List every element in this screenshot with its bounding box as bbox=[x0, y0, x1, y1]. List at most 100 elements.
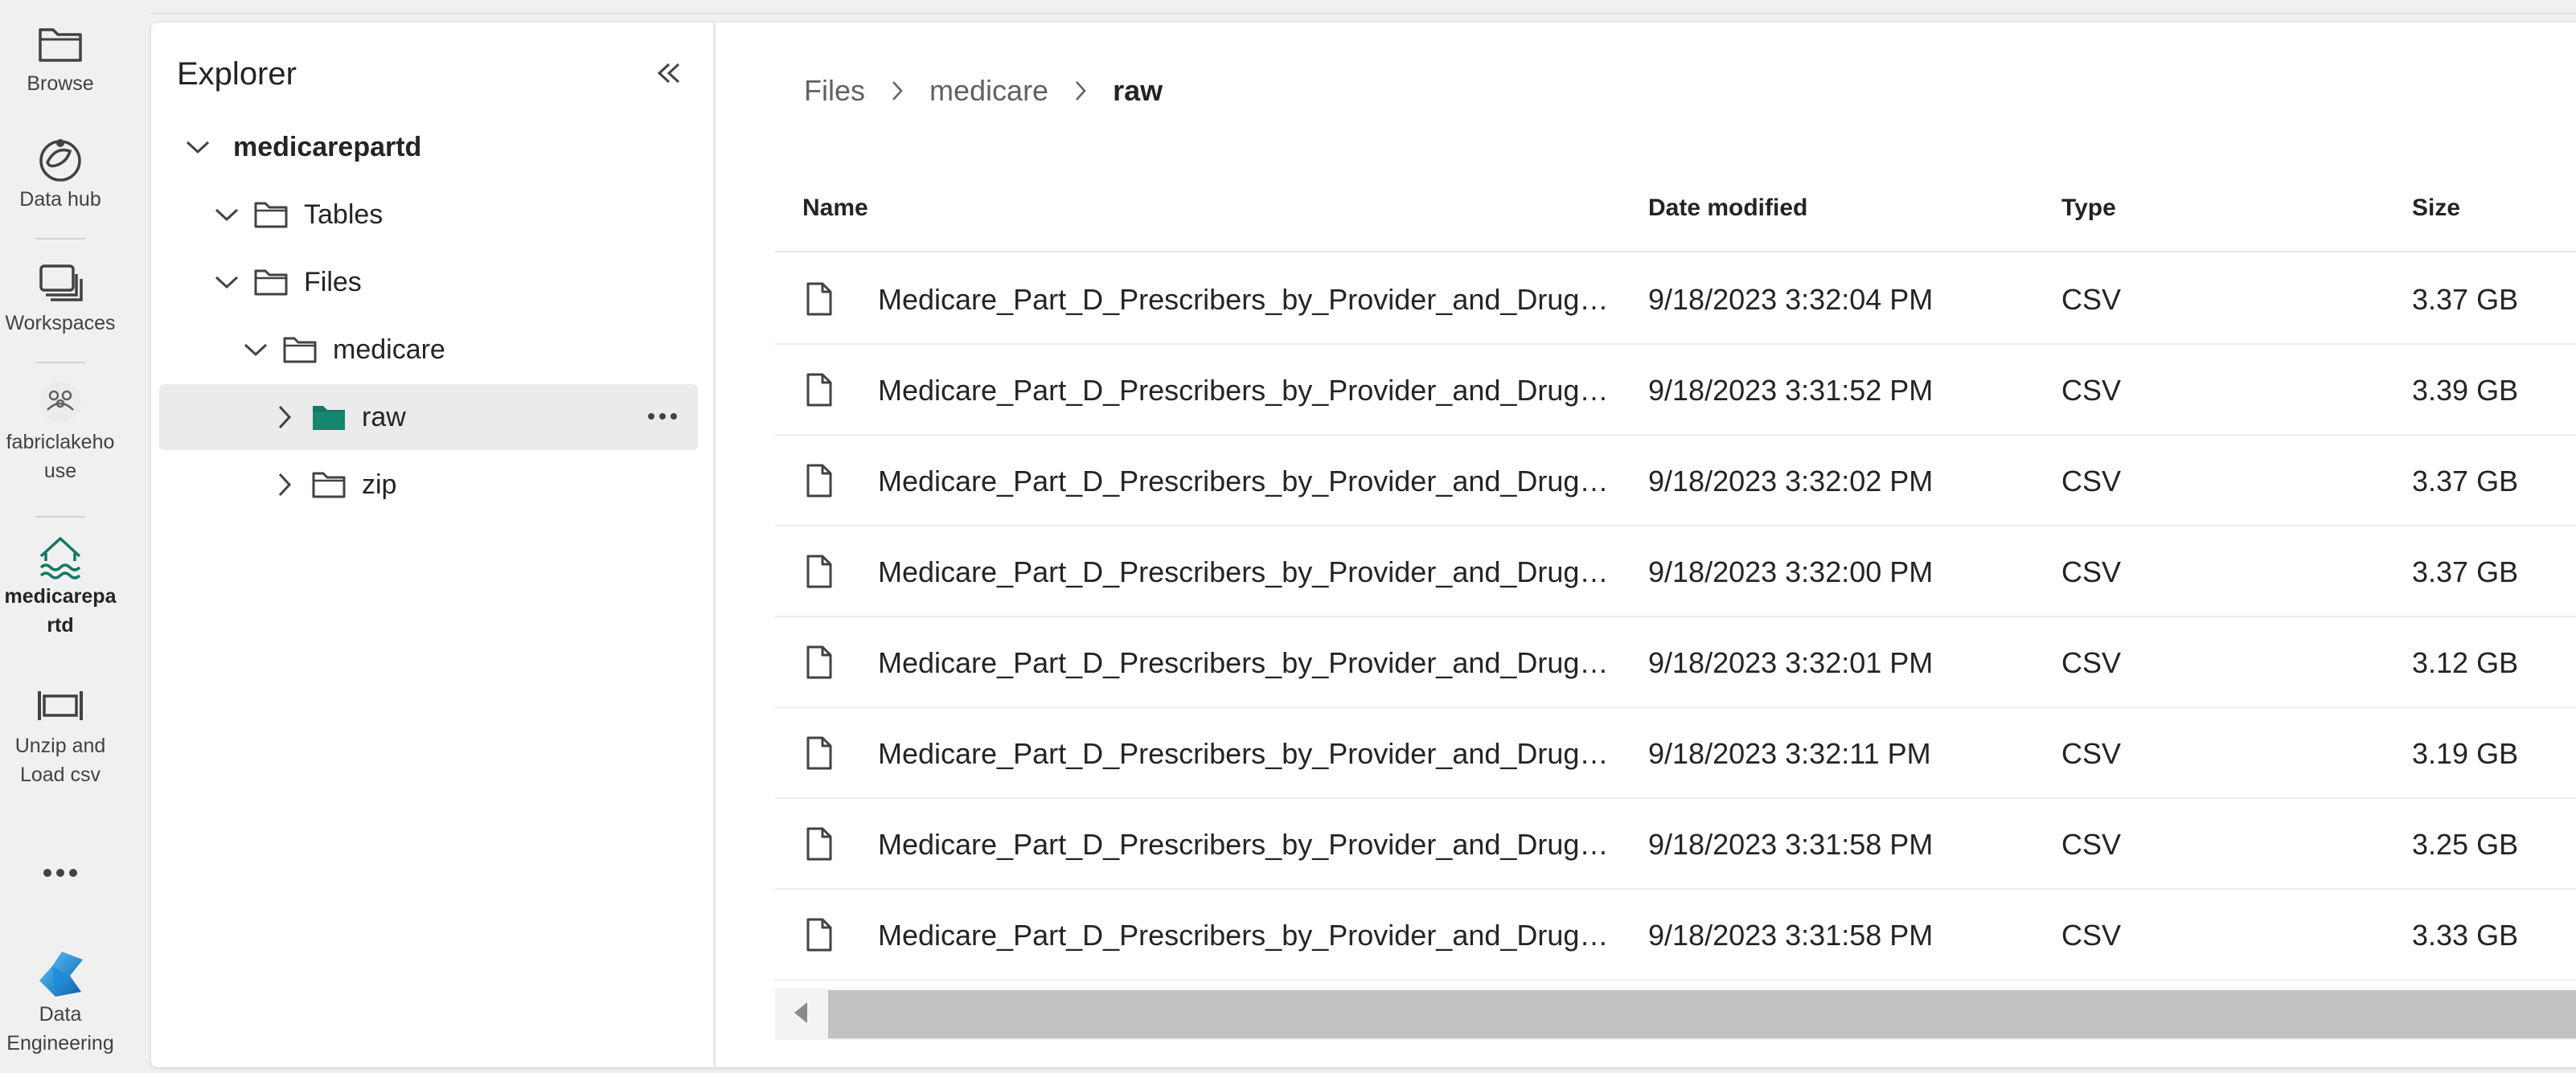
rail-item-workspaces[interactable]: Workspaces bbox=[0, 257, 121, 338]
chevron-down-icon[interactable] bbox=[182, 131, 214, 163]
rail-label: Data hub bbox=[19, 188, 101, 211]
tree-item-raw[interactable]: raw bbox=[159, 384, 698, 450]
tree-item-label: Tables bbox=[304, 199, 384, 230]
rail-item-fabriclakehouse[interactable]: fabriclakeho use bbox=[0, 376, 121, 485]
file-name[interactable]: Medicare_Part_D_Prescribers_by_Provider_… bbox=[878, 646, 1618, 680]
rail-label: Data Engineering bbox=[6, 1003, 114, 1055]
breadcrumb-medicare[interactable]: medicare bbox=[929, 74, 1048, 108]
file-date-modified: 9/18/2023 3:32:02 PM bbox=[1648, 465, 1934, 498]
rail-label: medicarepa rtd bbox=[4, 585, 117, 637]
rail-divider bbox=[35, 362, 85, 363]
chevron-down-icon[interactable] bbox=[240, 334, 272, 366]
file-name[interactable]: Medicare_Part_D_Prescribers_by_Provider_… bbox=[878, 555, 1618, 589]
file-size: 3.19 GB bbox=[2412, 737, 2519, 770]
file-name[interactable]: Medicare_Part_D_Prescribers_by_Provider_… bbox=[878, 283, 1618, 317]
rail-divider bbox=[35, 516, 85, 518]
app-rail: Browse Data hub Workspaces fabriclakeho … bbox=[0, 0, 121, 1073]
chevron-right-icon bbox=[1064, 80, 1097, 102]
rail-label: Browse bbox=[27, 72, 94, 95]
file-icon bbox=[806, 735, 841, 774]
folder-filled-icon bbox=[310, 399, 347, 436]
folder-icon bbox=[35, 18, 86, 69]
file-date-modified: 9/18/2023 3:31:58 PM bbox=[1648, 828, 1934, 861]
file-size: 3.37 GB bbox=[2412, 465, 2519, 498]
table-row[interactable]: Medicare_Part_D_Prescribers_by_Provider_… bbox=[775, 799, 2576, 890]
table-row[interactable]: Medicare_Part_D_Prescribers_by_Provider_… bbox=[775, 345, 2576, 436]
rail-label: fabriclakeho use bbox=[6, 431, 115, 482]
data-engineering-logo bbox=[35, 948, 86, 1000]
folder-icon bbox=[281, 331, 318, 368]
file-name[interactable]: Medicare_Part_D_Prescribers_by_Provider_… bbox=[878, 465, 1618, 498]
file-type: CSV bbox=[2061, 646, 2122, 679]
file-size: 3.33 GB bbox=[2412, 919, 2519, 952]
top-divider bbox=[151, 13, 2576, 14]
horizontal-scrollbar[interactable] bbox=[775, 989, 2576, 1040]
collapse-explorer-button[interactable] bbox=[650, 56, 687, 93]
file-size: 3.39 GB bbox=[2412, 374, 2519, 407]
chevron-right-icon[interactable] bbox=[269, 469, 301, 501]
more-options-button[interactable] bbox=[643, 400, 682, 432]
file-date-modified: 9/18/2023 3:32:01 PM bbox=[1648, 646, 1934, 679]
file-name[interactable]: Medicare_Part_D_Prescribers_by_Provider_… bbox=[878, 374, 1618, 407]
table-row[interactable]: Medicare_Part_D_Prescribers_by_Provider_… bbox=[775, 526, 2576, 617]
table-row[interactable]: Medicare_Part_D_Prescribers_by_Provider_… bbox=[775, 708, 2576, 799]
column-header-type[interactable]: Type bbox=[2061, 195, 2116, 222]
file-size: 3.37 GB bbox=[2412, 555, 2519, 588]
folder-icon bbox=[252, 196, 289, 233]
table-row[interactable]: Medicare_Part_D_Prescribers_by_Provider_… bbox=[775, 617, 2576, 708]
rail-more-button[interactable] bbox=[0, 847, 121, 899]
chevron-down-icon[interactable] bbox=[211, 199, 243, 231]
tree-item-tables[interactable]: Tables bbox=[159, 182, 698, 248]
tree-item-files[interactable]: Files bbox=[159, 249, 698, 315]
chevron-right-icon[interactable] bbox=[269, 401, 301, 433]
chevron-down-icon[interactable] bbox=[211, 266, 243, 298]
table-row[interactable]: Medicare_Part_D_Prescribers_by_Provider_… bbox=[775, 254, 2576, 345]
tree-item-zip[interactable]: zip bbox=[159, 452, 698, 518]
file-icon bbox=[806, 463, 841, 502]
more-horizontal-icon bbox=[35, 847, 86, 899]
table-row[interactable]: Medicare_Part_D_Prescribers_by_Provider_… bbox=[775, 436, 2576, 526]
workspaces-icon bbox=[35, 257, 86, 309]
file-date-modified: 9/18/2023 3:31:58 PM bbox=[1648, 919, 1934, 952]
table-row[interactable]: Medicare_Part_D_Prescribers_by_Provider_… bbox=[775, 890, 2576, 981]
file-type: CSV bbox=[2061, 828, 2122, 861]
file-type: CSV bbox=[2061, 919, 2122, 952]
content-pane: Files medicare raw Name Date modified Ty… bbox=[716, 23, 2576, 1067]
file-name[interactable]: Medicare_Part_D_Prescribers_by_Provider_… bbox=[878, 919, 1618, 952]
tree-item-medicarepartd[interactable]: medicarepartd bbox=[159, 114, 698, 180]
file-type: CSV bbox=[2061, 374, 2122, 407]
column-header-date-modified[interactable]: Date modified bbox=[1648, 195, 1807, 222]
scrollbar-thumb[interactable] bbox=[828, 990, 2576, 1038]
chevron-right-icon bbox=[881, 80, 913, 102]
file-type: CSV bbox=[2061, 283, 2122, 316]
folder-icon bbox=[252, 264, 289, 301]
pipeline-icon bbox=[35, 680, 86, 731]
tree-item-label: medicarepartd bbox=[233, 131, 422, 162]
file-name[interactable]: Medicare_Part_D_Prescribers_by_Provider_… bbox=[878, 737, 1618, 771]
rail-item-unzip-and-load-csv[interactable]: Unzip and Load csv bbox=[0, 680, 121, 789]
file-icon bbox=[806, 554, 841, 592]
scroll-left-button[interactable] bbox=[775, 989, 827, 1040]
workspace-avatar-icon bbox=[35, 376, 86, 428]
file-icon bbox=[806, 281, 841, 320]
column-header-size[interactable]: Size bbox=[2412, 195, 2460, 222]
column-header-name[interactable]: Name bbox=[802, 195, 868, 222]
breadcrumb-raw: raw bbox=[1113, 74, 1163, 107]
tree-item-medicare[interactable]: medicare bbox=[159, 317, 698, 383]
file-icon bbox=[806, 645, 841, 683]
rail-item-medicarepartd[interactable]: medicarepa rtd bbox=[0, 530, 121, 640]
file-icon bbox=[806, 372, 841, 411]
rail-item-data-engineering[interactable]: Data Engineering bbox=[0, 948, 121, 1058]
file-name[interactable]: Medicare_Part_D_Prescribers_by_Provider_… bbox=[878, 828, 1618, 862]
breadcrumb: Files medicare raw bbox=[804, 71, 1163, 111]
rail-label: Unzip and Load csv bbox=[14, 735, 106, 786]
file-size: 3.37 GB bbox=[2412, 283, 2519, 316]
file-type: CSV bbox=[2061, 737, 2122, 770]
breadcrumb-files[interactable]: Files bbox=[804, 74, 865, 108]
file-date-modified: 9/18/2023 3:31:52 PM bbox=[1648, 374, 1934, 407]
rail-divider bbox=[35, 238, 85, 240]
rail-item-data-hub[interactable]: Data hub bbox=[0, 133, 121, 214]
rail-item-browse[interactable]: Browse bbox=[0, 18, 121, 98]
file-size: 3.12 GB bbox=[2412, 646, 2519, 679]
file-size: 3.25 GB bbox=[2412, 828, 2519, 861]
